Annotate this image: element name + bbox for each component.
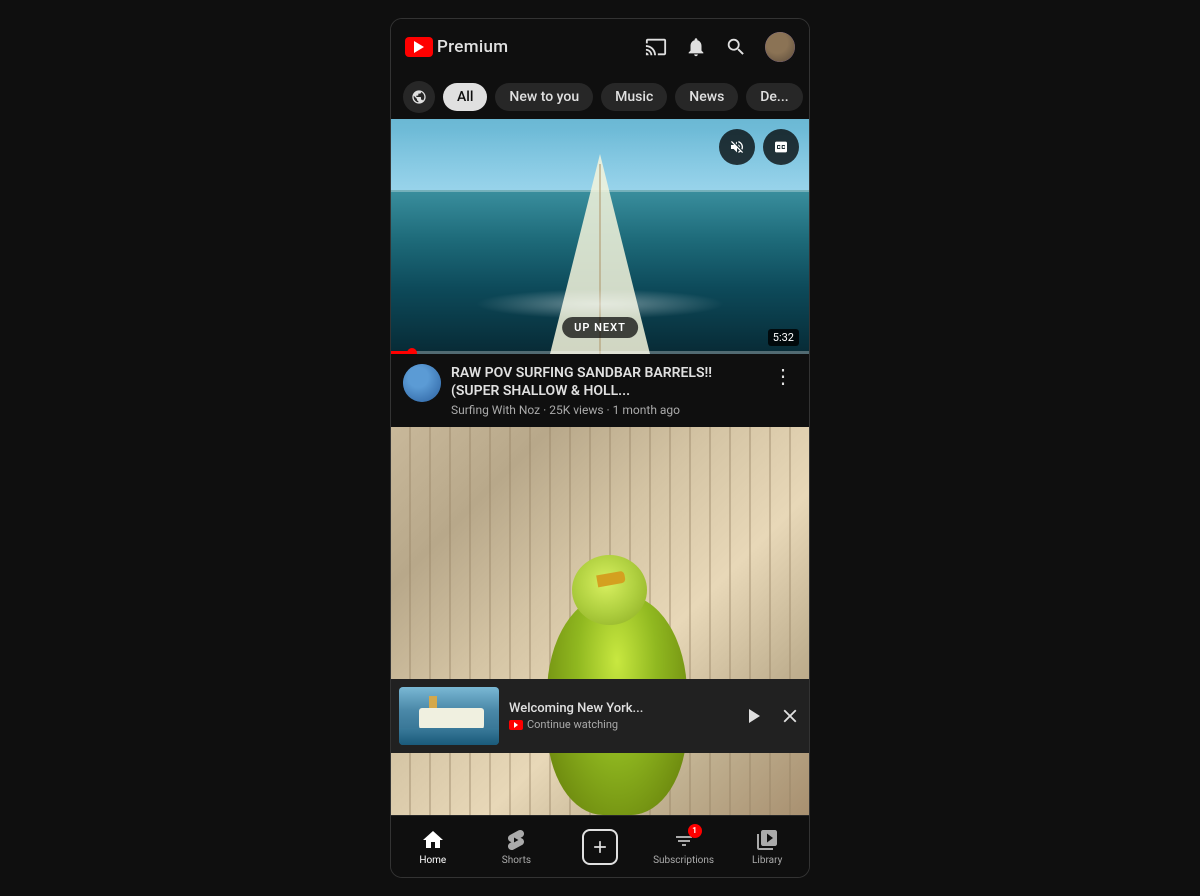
search-icon[interactable] — [725, 36, 747, 58]
continue-watching-label: Continue watching — [527, 718, 618, 731]
header-icons — [645, 32, 795, 62]
home-label: Home — [419, 855, 446, 866]
nav-subscriptions[interactable]: 1 Subscriptions — [642, 828, 726, 866]
mini-play-button[interactable] — [741, 704, 765, 728]
filter-tabs-bar: All New to you Music News De... — [391, 75, 809, 119]
video-text: RAW POV SURFING SANDBAR BARRELS!! (SUPER… — [451, 364, 759, 417]
mini-player-controls — [741, 704, 801, 728]
nav-home[interactable]: Home — [391, 828, 475, 866]
bird-head — [572, 555, 647, 625]
bird-scene — [391, 427, 809, 815]
up-next-badge: UP NEXT — [562, 317, 638, 338]
mini-player-title: Welcoming New York... — [509, 701, 731, 716]
bottom-nav: Home Shorts — [391, 815, 809, 877]
tab-new-to-you[interactable]: New to you — [495, 83, 593, 111]
view-count: 25K views — [549, 403, 603, 417]
notifications-icon[interactable] — [685, 36, 707, 58]
video-age: 1 month ago — [613, 403, 680, 417]
content-area: UP NEXT 5:32 RAW POV SURFING SANDBAR BAR… — [391, 119, 809, 815]
app-header: Premium — [391, 19, 809, 75]
subscriptions-badge: 1 — [688, 824, 702, 838]
channel-name[interactable]: Surfing With Noz — [451, 403, 540, 417]
nav-add[interactable] — [558, 829, 642, 865]
channel-avatar-img — [403, 364, 441, 402]
more-options-button[interactable]: ⋮ — [769, 364, 797, 388]
subscriptions-label: Subscriptions — [653, 855, 714, 866]
video-controls — [719, 129, 799, 165]
mute-button[interactable] — [719, 129, 755, 165]
explore-tab-icon[interactable] — [403, 81, 435, 113]
mini-boat-stack — [429, 696, 437, 708]
premium-badge-icon — [509, 720, 523, 730]
mini-thumb-scene — [399, 687, 499, 745]
second-video[interactable] — [391, 427, 809, 815]
bird-figure — [537, 535, 717, 815]
library-icon — [755, 828, 779, 852]
nav-shorts[interactable]: Shorts — [475, 828, 559, 866]
progress-bar[interactable] — [391, 351, 809, 354]
subscriptions-icon-wrapper: 1 — [672, 828, 696, 852]
cast-icon[interactable] — [645, 36, 667, 58]
shorts-label: Shorts — [502, 855, 531, 866]
video-duration: 5:32 — [768, 329, 799, 346]
video-title: RAW POV SURFING SANDBAR BARRELS!! (SUPER… — [451, 364, 759, 400]
logo-area[interactable]: Premium — [405, 37, 508, 57]
mini-player-info: Welcoming New York... Continue watching — [509, 701, 731, 731]
water-splash — [475, 289, 726, 319]
video-player[interactable]: UP NEXT 5:32 — [391, 119, 809, 354]
nav-library[interactable]: Library — [725, 828, 809, 866]
progress-dot — [407, 348, 417, 355]
home-icon — [421, 828, 445, 852]
youtube-icon — [405, 37, 433, 57]
mini-close-button[interactable] — [779, 705, 801, 727]
tab-news[interactable]: News — [675, 83, 738, 111]
mini-player-thumbnail[interactable] — [399, 687, 499, 745]
mini-water — [399, 728, 499, 745]
video-info: RAW POV SURFING SANDBAR BARRELS!! (SUPER… — [391, 354, 809, 427]
channel-avatar[interactable] — [403, 364, 441, 402]
add-button[interactable] — [582, 829, 618, 865]
tab-dev[interactable]: De... — [746, 83, 802, 111]
brand-label: Premium — [437, 37, 508, 57]
captions-button[interactable] — [763, 129, 799, 165]
video-meta: Surfing With Noz · 25K views · 1 month a… — [451, 403, 759, 417]
shorts-icon — [504, 828, 528, 852]
tab-all[interactable]: All — [443, 83, 487, 111]
mini-player: Welcoming New York... Continue watching — [391, 679, 809, 753]
phone-container: Premium — [390, 18, 810, 878]
mini-continue-row: Continue watching — [509, 718, 731, 731]
tab-music[interactable]: Music — [601, 83, 667, 111]
avatar[interactable] — [765, 32, 795, 62]
library-label: Library — [752, 855, 782, 866]
